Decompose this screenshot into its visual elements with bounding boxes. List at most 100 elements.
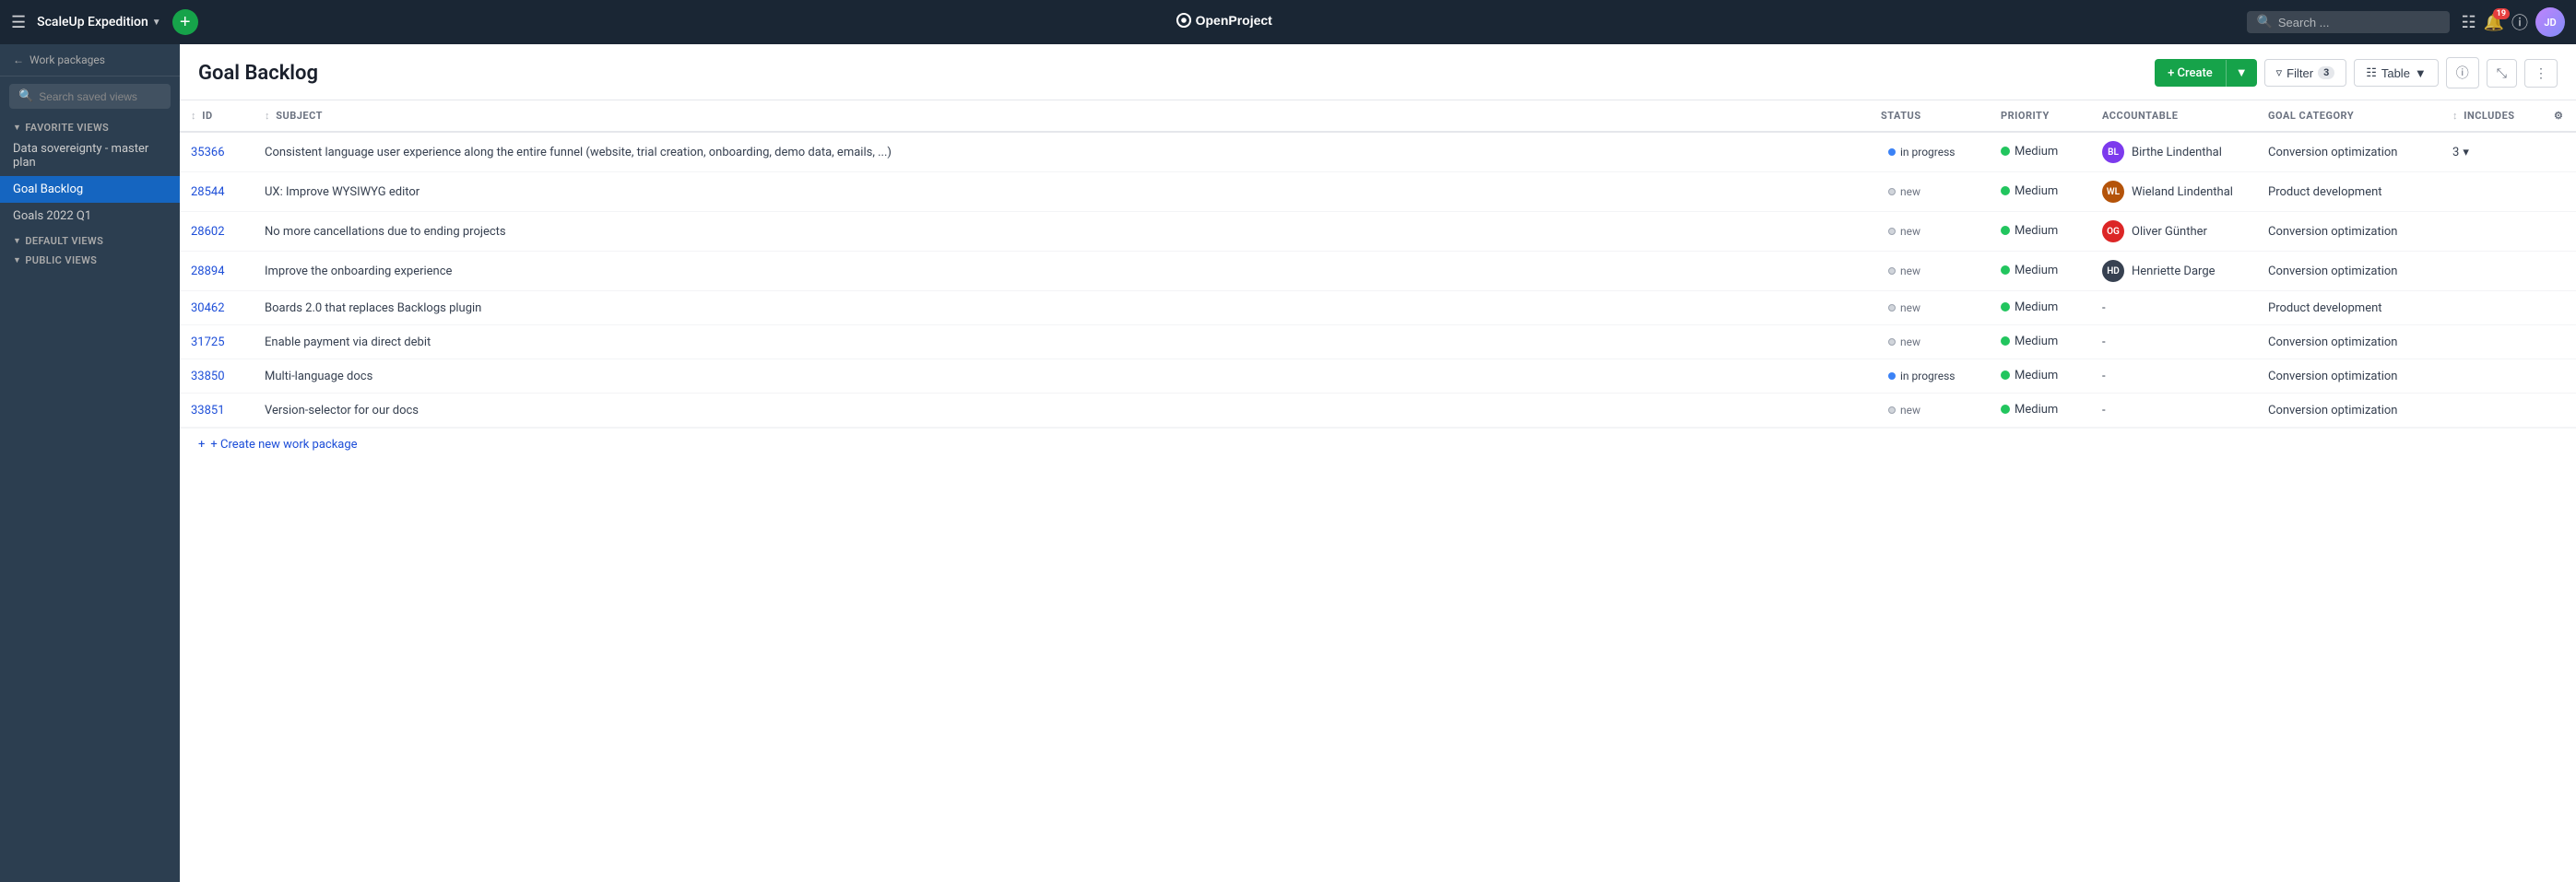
- col-header-includes[interactable]: ↕ INCLUDES: [2441, 100, 2543, 132]
- cell-accountable: OGOliver Günther: [2091, 212, 2257, 252]
- priority-text: Medium: [2015, 264, 2058, 277]
- priority-text: Medium: [2015, 369, 2058, 382]
- col-header-settings[interactable]: ⚙: [2543, 100, 2576, 132]
- grid-icon[interactable]: ☷: [2461, 13, 2476, 32]
- sidebar-item-goal-backlog[interactable]: Goal Backlog: [0, 176, 180, 203]
- priority-text: Medium: [2015, 300, 2058, 314]
- work-package-id-link[interactable]: 31725: [191, 335, 225, 349]
- page-header: Goal Backlog + Create ▼ ▿ Filter 3 ☷ Tab…: [180, 44, 2576, 100]
- cell-includes: [2441, 212, 2543, 252]
- cell-row-settings: [2543, 325, 2576, 359]
- col-header-subject[interactable]: ↕ SUBJECT: [254, 100, 1870, 132]
- work-package-id-link[interactable]: 30462: [191, 301, 225, 315]
- notification-badge: 19: [2493, 8, 2510, 19]
- cell-includes: [2441, 291, 2543, 325]
- favorite-views-group[interactable]: ▼ Favorite Views: [0, 116, 180, 135]
- more-options-button[interactable]: ⋮: [2524, 59, 2558, 88]
- public-views-caret-icon: ▼: [13, 255, 21, 265]
- cell-id: 28544: [180, 172, 254, 212]
- accountable-name: Henriette Darge: [2132, 265, 2216, 278]
- sidebar-search-box[interactable]: 🔍: [9, 84, 171, 109]
- default-views-label: Default Views: [25, 235, 103, 247]
- filter-button[interactable]: ▿ Filter 3: [2264, 59, 2347, 87]
- help-icon[interactable]: ⓘ: [2511, 10, 2528, 34]
- cell-includes: [2441, 325, 2543, 359]
- user-avatar[interactable]: JD: [2535, 7, 2565, 37]
- accountable-avatar: BL: [2102, 141, 2124, 163]
- work-package-id-link[interactable]: 35366: [191, 146, 225, 159]
- cell-status: new: [1870, 291, 1990, 325]
- work-package-id-link[interactable]: 28602: [191, 225, 225, 239]
- sidebar-item-goals-2022[interactable]: Goals 2022 Q1: [0, 203, 180, 229]
- status-text: new: [1900, 301, 1920, 314]
- global-search-input[interactable]: [2278, 16, 2441, 29]
- cell-subject: No more cancellations due to ending proj…: [254, 212, 1870, 252]
- page-title: Goal Backlog: [198, 62, 318, 85]
- priority-text: Medium: [2015, 335, 2058, 348]
- cell-priority: Medium: [1990, 252, 2091, 291]
- cell-row-settings: [2543, 252, 2576, 291]
- settings-icon[interactable]: ⚙: [2554, 110, 2563, 122]
- cell-id: 30462: [180, 291, 254, 325]
- accountable-empty: -: [2091, 394, 2257, 428]
- sidebar-item-data-sovereignty[interactable]: Data sovereignty - master plan: [0, 135, 180, 176]
- cell-id: 35366: [180, 132, 254, 172]
- global-search-box[interactable]: 🔍: [2247, 11, 2450, 33]
- sidebar-search-input[interactable]: [39, 90, 161, 103]
- cell-subject: UX: Improve WYSIWYG editor: [254, 172, 1870, 212]
- project-selector[interactable]: ScaleUp Expedition ▼: [37, 15, 161, 29]
- table-dropdown-icon: ▼: [2415, 66, 2427, 80]
- create-new-work-package-link[interactable]: + + Create new work package: [180, 428, 2576, 461]
- cell-id: 31725: [180, 325, 254, 359]
- default-views-group[interactable]: ▼ Default Views: [0, 229, 180, 249]
- sort-id-icon: ↕: [191, 110, 196, 122]
- create-button[interactable]: + Create ▼: [2155, 59, 2257, 87]
- work-package-id-link[interactable]: 28894: [191, 265, 225, 278]
- filter-icon: ▿: [2276, 65, 2283, 80]
- info-button[interactable]: ⓘ: [2446, 57, 2479, 88]
- cell-goal-category: Conversion optimization: [2257, 252, 2441, 291]
- sidebar-back-button[interactable]: ← Work packages: [0, 44, 180, 76]
- sort-subject-icon: ↕: [265, 110, 270, 122]
- table-body: 35366Consistent language user experience…: [180, 132, 2576, 428]
- cell-goal-category: Conversion optimization: [2257, 394, 2441, 428]
- cell-includes: [2441, 359, 2543, 394]
- accountable-name: Wieland Lindenthal: [2132, 185, 2233, 199]
- cell-row-settings: [2543, 212, 2576, 252]
- fullscreen-button[interactable]: ⤡: [2487, 59, 2517, 88]
- accountable-empty: -: [2091, 325, 2257, 359]
- work-package-id-link[interactable]: 28544: [191, 185, 225, 199]
- main-content: Goal Backlog + Create ▼ ▿ Filter 3 ☷ Tab…: [180, 44, 2576, 882]
- cell-status: new: [1870, 394, 1990, 428]
- top-navigation: ☰ ScaleUp Expedition ▼ + OpenProject 🔍 ☷…: [0, 0, 2576, 44]
- add-button[interactable]: +: [172, 9, 198, 35]
- col-header-accountable[interactable]: ACCOUNTABLE: [2091, 100, 2257, 132]
- status-text: new: [1900, 265, 1920, 277]
- priority-text: Medium: [2015, 184, 2058, 198]
- col-header-status[interactable]: STATUS: [1870, 100, 1990, 132]
- main-layout: ← Work packages 🔍 ▼ Favorite Views Data …: [0, 44, 2576, 882]
- col-header-id[interactable]: ↕ ID: [180, 100, 254, 132]
- accountable-empty: -: [2091, 359, 2257, 394]
- work-package-id-link[interactable]: 33851: [191, 404, 225, 417]
- table-view-button[interactable]: ☷ Table ▼: [2354, 59, 2439, 87]
- accountable-name: Birthe Lindenthal: [2132, 146, 2222, 159]
- col-header-goal-category[interactable]: GOAL CATEGORY: [2257, 100, 2441, 132]
- work-package-id-link[interactable]: 33850: [191, 370, 225, 383]
- sidebar-item-goals-2022-label: Goals 2022 Q1: [13, 209, 91, 223]
- notifications-icon[interactable]: 🔔 19: [2484, 13, 2504, 32]
- status-text: new: [1900, 225, 1920, 238]
- status-text: new: [1900, 335, 1920, 348]
- public-views-group[interactable]: ▼ Public Views: [0, 249, 180, 268]
- includes-expand-icon[interactable]: ▾: [2463, 146, 2469, 159]
- cell-status: new: [1870, 212, 1990, 252]
- cell-id: 33850: [180, 359, 254, 394]
- col-priority-label: PRIORITY: [2001, 110, 2050, 122]
- col-header-priority[interactable]: PRIORITY: [1990, 100, 2091, 132]
- create-dropdown-arrow[interactable]: ▼: [2227, 59, 2257, 87]
- hamburger-menu-icon[interactable]: ☰: [11, 13, 26, 32]
- table-row: 28544UX: Improve WYSIWYG editornewMedium…: [180, 172, 2576, 212]
- sidebar-back-label: Work packages: [30, 53, 105, 66]
- project-name-label: ScaleUp Expedition: [37, 15, 148, 29]
- filter-count-badge: 3: [2318, 66, 2334, 79]
